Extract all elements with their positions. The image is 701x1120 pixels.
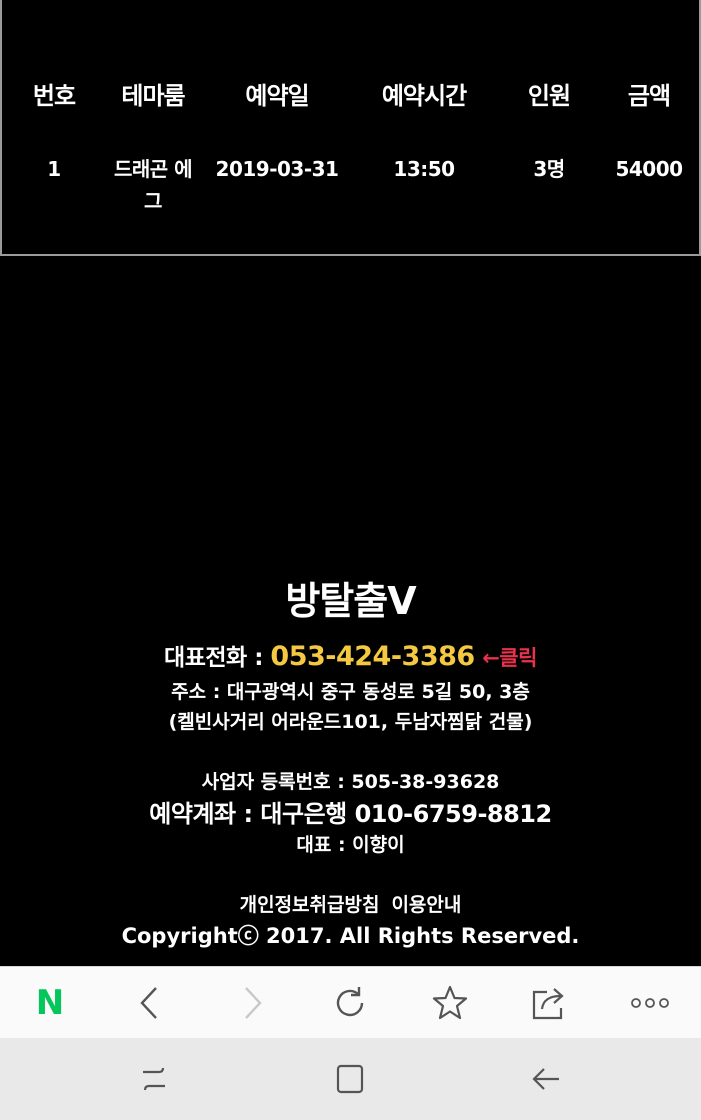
- share-icon: [532, 988, 564, 1020]
- refresh-button[interactable]: [320, 977, 380, 1029]
- header-people: 인원: [527, 82, 571, 110]
- naver-home-icon: N: [35, 983, 65, 1023]
- refresh-icon: [336, 987, 364, 1017]
- header-date: 예약일: [245, 82, 309, 110]
- reservation-table: 번호 테마룸 예약일 예약시간 인원 금액 1 드래곤 에 그 2019-03-…: [0, 0, 701, 256]
- header-number: 번호: [32, 82, 76, 110]
- header-time: 예약시간: [381, 82, 467, 110]
- more-icon: [631, 998, 669, 1008]
- cell-theme-line2: 그: [144, 189, 162, 213]
- cell-theme-line1: 드래곤 에: [113, 157, 193, 181]
- more-menu-button[interactable]: [620, 977, 680, 1029]
- back-icon: [140, 987, 157, 1019]
- share-button[interactable]: [519, 977, 579, 1029]
- footer-links: 개인정보취급방침 이용안내: [0, 890, 701, 917]
- click-hint: ←클릭: [482, 646, 537, 670]
- browser-toolbar: N: [0, 966, 701, 1038]
- back-icon: [532, 1068, 559, 1090]
- address-line: 주소 : 대구광역시 중구 동성로 5길 50, 3층: [171, 681, 530, 703]
- cell-time: 13:50: [393, 157, 455, 181]
- phone-line: 대표전화 : 053-424-3386 ←클릭: [0, 638, 701, 672]
- cell-people: 3명: [533, 157, 565, 181]
- brand-logo: 방탈출V: [285, 579, 416, 623]
- home-icon: [336, 1064, 364, 1094]
- recent-apps-icon: [143, 1067, 165, 1091]
- browser-back-button[interactable]: [120, 977, 180, 1029]
- bookmark-button[interactable]: [420, 977, 480, 1029]
- forward-icon: [245, 987, 262, 1019]
- address-landmark: (켈빈사거리 어라운드101, 두남자찜닭 건물): [168, 711, 533, 733]
- recent-apps-button[interactable]: [124, 1054, 184, 1104]
- terms-link[interactable]: 이용안내: [391, 894, 461, 916]
- android-nav-bar: [0, 1038, 701, 1120]
- bookmark-star-icon: [432, 985, 468, 1020]
- header-price: 금액: [627, 82, 671, 110]
- home-button[interactable]: [320, 1054, 380, 1104]
- browser-forward-button[interactable]: [222, 977, 282, 1029]
- cell-number: 1: [47, 157, 61, 181]
- bank-account: 예약계좌 : 대구은행 010-6759-8812: [149, 800, 552, 828]
- header-theme: 테마룸: [121, 82, 185, 110]
- phone-link[interactable]: 053-424-3386: [270, 641, 475, 672]
- privacy-policy-link[interactable]: 개인정보취급방침: [240, 894, 380, 916]
- cell-price: 54000: [615, 157, 683, 181]
- business-number: 사업자 등록번호 : 505-38-93628: [201, 771, 500, 793]
- naver-home-button[interactable]: N: [20, 977, 80, 1029]
- system-back-button[interactable]: [516, 1054, 576, 1104]
- phone-label: 대표전화 :: [164, 645, 271, 671]
- representative: 대표 : 이향이: [296, 834, 405, 856]
- copyright: Copyrightⓒ 2017. All Rights Reserved.: [121, 924, 580, 948]
- cell-date: 2019-03-31: [215, 157, 339, 181]
- cell-theme: 드래곤 에 그: [98, 153, 208, 217]
